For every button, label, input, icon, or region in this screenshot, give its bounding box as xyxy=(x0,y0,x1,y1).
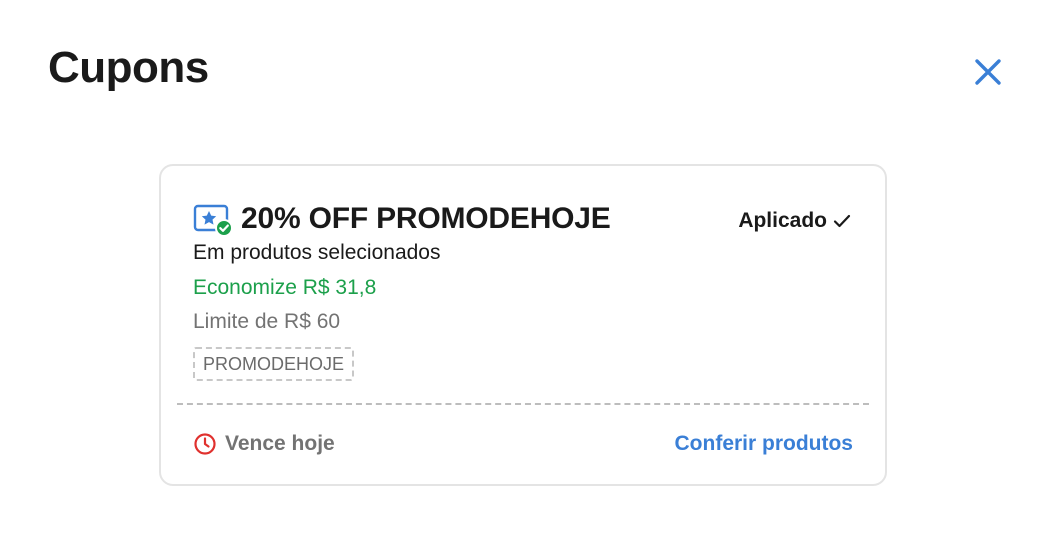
limit-text: Limite de R$ 60 xyxy=(193,310,341,333)
checkmark-icon xyxy=(833,214,851,228)
page-title: Cupons xyxy=(48,43,209,92)
coupon-code-chip: PROMODEHOJE xyxy=(193,347,355,381)
clock-icon xyxy=(194,433,216,455)
view-products-link[interactable]: Conferir produtos xyxy=(675,429,854,459)
close-button[interactable] xyxy=(966,50,1010,94)
coupon-title: 20% OFF PROMODEHOJE xyxy=(241,202,611,235)
dashed-divider xyxy=(177,403,869,405)
applied-status: Aplicado xyxy=(738,206,851,236)
coupon-card: 20% OFF PROMODEHOJE Aplicado Em produtos… xyxy=(159,164,887,486)
savings-text: Economize R$ 31,8 xyxy=(193,276,377,299)
applied-status-label: Aplicado xyxy=(738,209,827,232)
expiry-label: Vence hoje xyxy=(225,432,335,455)
close-icon xyxy=(975,59,1001,85)
coupon-star-check-icon xyxy=(193,204,233,237)
expiry-info: Vence hoje xyxy=(193,429,335,459)
coupon-scope: Em produtos selecionados xyxy=(193,241,441,264)
